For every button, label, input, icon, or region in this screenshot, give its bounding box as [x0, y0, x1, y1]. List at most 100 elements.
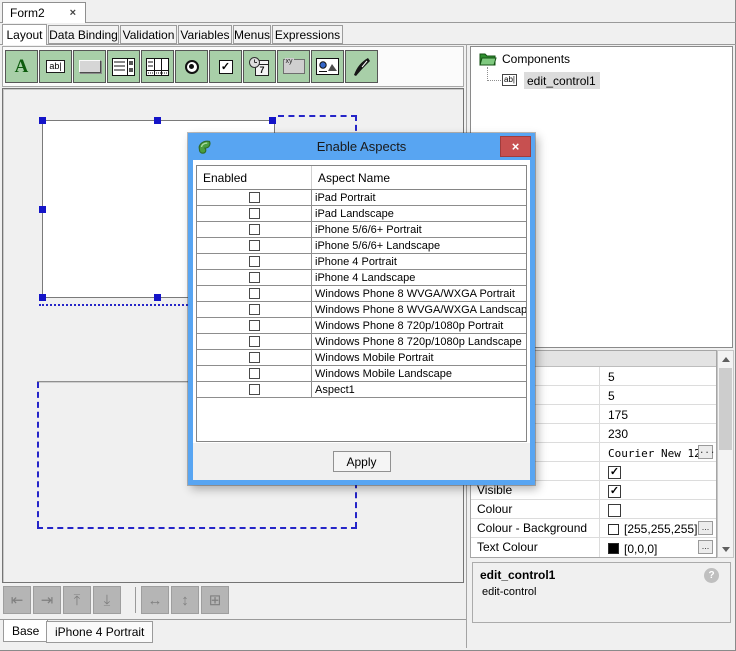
tab-iphone4-portrait[interactable]: iPhone 4 Portrait	[46, 621, 153, 643]
aspect-checkbox[interactable]	[249, 208, 260, 219]
selection-handle-top-right[interactable]	[269, 117, 276, 124]
tab-variables[interactable]: Variables	[178, 25, 232, 44]
aspect-checkbox[interactable]	[249, 320, 260, 331]
aspect-row-wp8-wvga-landscape: Windows Phone 8 WVGA/WXGA Landscape	[197, 302, 526, 318]
background-colour-swatch[interactable]	[608, 524, 619, 535]
align-bottom-button[interactable]: ⤓	[93, 586, 121, 614]
grid-tool-button[interactable]	[141, 50, 174, 83]
aspect-row-winmobile-portrait: Windows Mobile Portrait	[197, 350, 526, 366]
aspect-checkbox[interactable]	[249, 368, 260, 379]
ellipsis-button[interactable]: ...	[698, 521, 713, 535]
aspect-row-wp8-720p-portrait: Windows Phone 8 720p/1080p Portrait	[197, 318, 526, 334]
aspect-checkbox[interactable]	[249, 224, 260, 235]
image-tool-icon	[316, 58, 339, 75]
scroll-up-icon	[722, 357, 730, 362]
enable-aspects-dialog: Enable Aspects × Enabled Aspect Name iPa…	[188, 133, 535, 485]
scroll-down-button[interactable]	[718, 541, 733, 557]
aspect-checkbox[interactable]	[249, 384, 260, 395]
aspect-checkbox[interactable]	[249, 352, 260, 363]
selection-handle-top-mid[interactable]	[154, 117, 161, 124]
property-value[interactable]: 5	[600, 386, 716, 404]
same-size-button[interactable]: ⊞	[201, 586, 229, 614]
colour-checkbox[interactable]	[608, 504, 621, 517]
tab-layout[interactable]: Layout	[2, 24, 47, 45]
doc-tab-form2[interactable]: Form2 ×	[2, 2, 86, 23]
property-row-colour[interactable]: Colour	[471, 500, 716, 519]
aspect-checkbox[interactable]	[249, 240, 260, 251]
datetime-tool-icon: 7	[248, 56, 272, 78]
pen-tool-button[interactable]	[345, 50, 378, 83]
same-height-button[interactable]: ↕	[171, 586, 199, 614]
close-tab-icon[interactable]: ×	[68, 7, 78, 19]
property-value[interactable]: 230	[600, 424, 716, 442]
font-value[interactable]: Courier New 12...	[600, 443, 716, 461]
view-tab-divider	[0, 44, 736, 45]
tab-base[interactable]: Base	[3, 620, 48, 642]
same-height-icon: ↕	[181, 592, 189, 609]
button-tool-button[interactable]	[73, 50, 106, 83]
scrollbar-thumb[interactable]	[719, 368, 732, 450]
image-tool-button[interactable]	[311, 50, 344, 83]
align-left-button[interactable]: ⇤	[3, 586, 31, 614]
visible-checkbox[interactable]: ✓	[608, 485, 621, 498]
align-top-button[interactable]: ⤒	[63, 586, 91, 614]
radio-tool-icon	[185, 60, 199, 74]
dialog-body: Enabled Aspect Name iPad Portrait iPad L…	[193, 160, 530, 480]
dialog-title: Enable Aspects	[188, 139, 535, 154]
property-value[interactable]: 175	[600, 405, 716, 423]
aspects-table: Enabled Aspect Name iPad Portrait iPad L…	[196, 165, 527, 442]
align-left-icon: ⇤	[11, 591, 24, 609]
tab-data-binding[interactable]: Data Binding	[48, 25, 119, 44]
aspect-checkbox[interactable]	[249, 336, 260, 347]
aspect-outline-top	[278, 115, 357, 117]
button-tool-icon	[79, 60, 101, 73]
selection-handle-mid-left[interactable]	[39, 206, 46, 213]
aspect-checkbox[interactable]	[249, 288, 260, 299]
text-colour-swatch[interactable]	[608, 543, 619, 554]
ellipsis-button[interactable]: ...	[698, 540, 713, 554]
tab-validation[interactable]: Validation	[120, 25, 177, 44]
dialog-titlebar[interactable]: Enable Aspects ×	[188, 133, 535, 160]
aspect-checkbox[interactable]	[249, 192, 260, 203]
property-grid-scrollbar[interactable]	[717, 350, 734, 558]
label-tool-button[interactable]: A	[5, 50, 38, 83]
aspect-checkbox[interactable]	[249, 256, 260, 267]
scroll-up-button[interactable]	[718, 351, 733, 367]
listbox-tool-button[interactable]	[107, 50, 140, 83]
same-width-button[interactable]: ↔	[141, 586, 169, 614]
edit-tool-button[interactable]: ab|	[39, 50, 72, 83]
dialog-close-button[interactable]: ×	[500, 136, 531, 157]
app-window: Form2 × Layout Data Binding Validation V…	[0, 0, 736, 651]
ellipsis-button[interactable]: ...	[698, 445, 713, 459]
pen-tool-icon	[351, 56, 373, 78]
property-row-colour-background[interactable]: Colour - Background [255,255,255]...	[471, 519, 716, 538]
aspect-row-wp8-wvga-portrait: Windows Phone 8 WVGA/WXGA Portrait	[197, 286, 526, 302]
datetime-tool-button[interactable]: 7	[243, 50, 276, 83]
tab-expressions[interactable]: Expressions	[272, 25, 343, 44]
checkbox-tool-button[interactable]: ✓	[209, 50, 242, 83]
selection-handle-bottom-mid[interactable]	[154, 294, 161, 301]
tree-line	[487, 80, 501, 81]
aspect-row-ipad-landscape: iPad Landscape	[197, 206, 526, 222]
align-right-button[interactable]: ⇥	[33, 586, 61, 614]
aspect-row-iphone566-landscape: iPhone 5/6/6+ Landscape	[197, 238, 526, 254]
components-root-label[interactable]: Components	[502, 52, 570, 66]
tab-menus[interactable]: Menus	[233, 25, 271, 44]
align-top-icon: ⤒	[74, 592, 81, 609]
panel-tool-button[interactable]: xy	[277, 50, 310, 83]
aspect-row-iphone4-portrait: iPhone 4 Portrait	[197, 254, 526, 270]
help-icon[interactable]: ?	[704, 568, 719, 583]
radio-tool-button[interactable]	[175, 50, 208, 83]
page-tab-divider	[0, 619, 466, 620]
aspect-checkbox[interactable]	[249, 272, 260, 283]
selection-handle-bottom-left[interactable]	[39, 294, 46, 301]
property-checkbox[interactable]: ✓	[608, 466, 621, 479]
folder-icon	[479, 52, 497, 66]
property-value[interactable]: 5	[600, 367, 716, 385]
aspect-checkbox[interactable]	[249, 304, 260, 315]
apply-button[interactable]: Apply	[333, 451, 391, 472]
property-row-text-colour[interactable]: Text Colour [0,0,0]...	[471, 538, 716, 557]
tree-item-edit-control1[interactable]: edit_control1	[527, 74, 596, 88]
edit-control-tree-icon: ab|	[502, 74, 517, 86]
selection-handle-top-left[interactable]	[39, 117, 46, 124]
